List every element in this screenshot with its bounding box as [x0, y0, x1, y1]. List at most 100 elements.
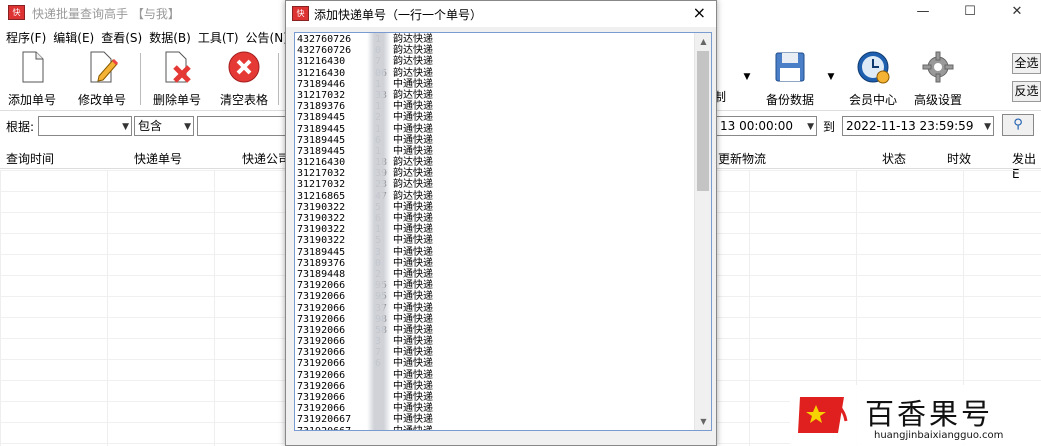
menu-tools[interactable]: 工具(T): [198, 29, 239, 46]
backup-data-button[interactable]: 备份数据: [764, 50, 816, 108]
partial-copy-button[interactable]: 制: [714, 50, 738, 108]
tracking-number: 73192066: [297, 392, 346, 403]
courier-name: 中通快递: [393, 224, 433, 236]
menu-edit[interactable]: 编辑(E): [53, 29, 94, 46]
add-tracking-dialog: 快 添加快递单号（一行一个单号） × 4327607261韵达快递4327607…: [285, 0, 717, 446]
courier-name: 中通快递: [393, 403, 433, 415]
tracking-line: 731920667中通快递: [297, 426, 697, 430]
close-button[interactable]: ✕: [994, 0, 1040, 26]
tracking-line: 7319206695中通快递: [297, 291, 697, 302]
courier-name: 中通快递: [393, 246, 433, 258]
add-number-button[interactable]: 添加单号: [6, 50, 58, 108]
dialog-title: 添加快递单号（一行一个单号）: [314, 8, 483, 22]
copy-dropdown[interactable]: ▼: [740, 50, 754, 108]
tracking-number: 73192066: [297, 280, 346, 292]
app-icon: 快: [292, 6, 309, 21]
courier-name: 中通快递: [393, 123, 433, 135]
menu-notice[interactable]: 公告(N): [246, 29, 288, 46]
backup-dropdown[interactable]: ▼: [824, 50, 838, 108]
tracking-line: 7319206637中通快递: [297, 303, 697, 314]
redaction-blur: [367, 33, 391, 430]
col-tracking-number[interactable]: 快递单号: [134, 150, 182, 167]
dialog-close-button[interactable]: ×: [693, 3, 706, 22]
maximize-button[interactable]: ☐: [947, 0, 993, 26]
col-courier[interactable]: 快递公司: [242, 150, 290, 167]
menu-view[interactable]: 查看(S): [101, 29, 142, 46]
tracking-line: 73192066 中通快递: [297, 370, 697, 381]
col-aging[interactable]: 时效: [947, 150, 971, 167]
start-time-picker[interactable]: 13 00:00:00 ▼: [717, 116, 817, 136]
select-all-button[interactable]: 全选: [1012, 53, 1041, 74]
menu-program[interactable]: 程序(F): [6, 29, 46, 46]
watermark-logo: [798, 397, 848, 433]
tracking-line: 3121703239韵达快递: [297, 168, 697, 179]
tracking-line: 731894452中通快递: [297, 112, 697, 123]
watermark: 百香果号 huangjinbaixiangguo.com: [790, 385, 1041, 446]
minimize-button[interactable]: —: [900, 0, 946, 26]
chevron-down-icon: ▼: [184, 122, 191, 132]
courier-name: 中通快递: [393, 280, 433, 292]
tracking-number: 73190322: [297, 235, 346, 247]
tracking-number: 73192066: [297, 347, 346, 359]
menu-data[interactable]: 数据(B): [149, 29, 191, 46]
match-select[interactable]: 包含 ▼: [134, 116, 194, 136]
courier-name: 韵达快递: [393, 34, 433, 45]
tracking-line: 4327607260韵达快递: [297, 45, 697, 56]
col-status[interactable]: 状态: [882, 150, 906, 167]
clock-user-icon: [857, 51, 890, 84]
search-icon: ⚲: [1013, 117, 1023, 132]
edit-number-label: 修改单号: [77, 93, 126, 107]
courier-name: 中通快递: [393, 145, 433, 157]
courier-name: 韵达快递: [393, 168, 433, 180]
tracking-number: 73190322: [297, 213, 346, 224]
member-center-button[interactable]: 会员中心: [846, 50, 900, 108]
tracking-number: 432760726: [297, 34, 352, 45]
scroll-thumb[interactable]: [697, 51, 709, 191]
tracking-numbers-textarea[interactable]: 4327607261韵达快递4327607260韵达快递312164307韵达快…: [294, 32, 712, 431]
edit-number-button[interactable]: 修改单号: [74, 50, 130, 108]
tracking-number: 73189376: [297, 257, 346, 269]
vertical-scrollbar[interactable]: ▲ ▼: [694, 33, 711, 430]
field-select[interactable]: ▼: [38, 116, 132, 136]
scroll-down-icon[interactable]: ▼: [695, 413, 711, 430]
scroll-up-icon[interactable]: ▲: [695, 33, 711, 50]
courier-name: 韵达快递: [393, 89, 433, 101]
tracking-number: 73189376: [297, 101, 346, 113]
clear-table-label: 清空表格: [219, 93, 268, 107]
courier-name: 中通快递: [393, 112, 433, 124]
tracking-number: 73192066: [297, 358, 346, 370]
courier-name: 中通快递: [393, 302, 433, 314]
start-time-value: 13 00:00:00: [720, 119, 793, 133]
tracking-line: 731894456中通快递: [297, 135, 697, 146]
clear-table-button[interactable]: 清空表格: [216, 50, 272, 108]
tracking-line: 73192066 中通快递: [297, 403, 697, 414]
advanced-settings-button[interactable]: 高级设置: [910, 50, 966, 108]
courier-name: 中通快递: [393, 313, 433, 325]
tracking-line: 731920667中通快递: [297, 347, 697, 358]
tracking-number: 73192066: [297, 324, 346, 336]
delete-number-button[interactable]: 删除单号: [150, 50, 204, 108]
col-update-logistics[interactable]: 更新物流: [718, 150, 766, 167]
invert-selection-button[interactable]: 反选: [1012, 81, 1041, 102]
tracking-line: 731920663中通快递: [297, 336, 697, 347]
courier-name: 中通快递: [393, 101, 433, 113]
partial-copy-label: 制: [714, 90, 727, 104]
add-number-label: 添加单号: [7, 93, 56, 107]
tracking-line: 3121643006韵达快递: [297, 68, 697, 79]
courier-name: 韵达快递: [393, 56, 433, 68]
tracking-line: 731893761中通快递: [297, 101, 697, 112]
end-time-picker[interactable]: 2022-11-13 23:59:59 ▼: [842, 116, 994, 136]
col-query-time[interactable]: 查询时间: [6, 150, 54, 167]
keyword-input[interactable]: [197, 116, 287, 136]
tracking-number: 73192066: [297, 369, 346, 381]
tracking-line: 7319206658中通快递: [297, 325, 697, 336]
tracking-number: 73192066: [297, 302, 346, 314]
tracking-number: 31217032: [297, 89, 346, 101]
tracking-number: 31217032: [297, 168, 346, 180]
tracking-number: 73190322: [297, 224, 346, 236]
search-button[interactable]: ⚲: [1002, 114, 1034, 136]
end-time-value: 2022-11-13 23:59:59: [846, 119, 974, 133]
gear-icon: [922, 51, 954, 83]
tracking-number: 731920667: [297, 414, 352, 426]
tracking-line: 73192066 中通快递: [297, 381, 697, 392]
